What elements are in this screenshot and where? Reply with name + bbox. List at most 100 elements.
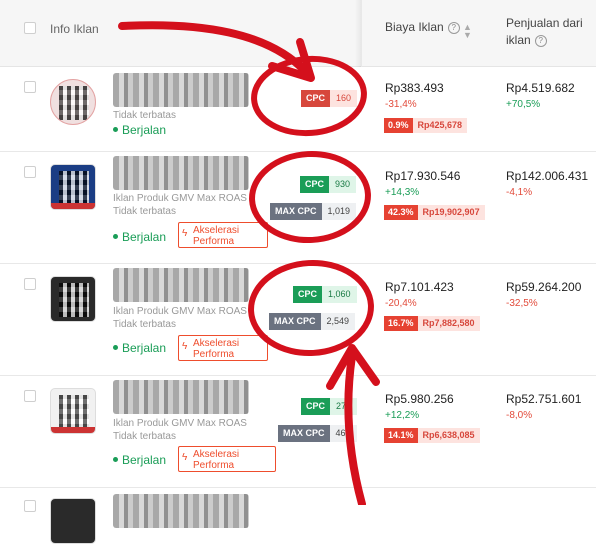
accel-label-line2: Performa bbox=[193, 349, 235, 360]
akselerasi-performa-badge[interactable]: ϟ Akselerasi Performa bbox=[178, 335, 268, 361]
penjualan-change: -8,0% bbox=[506, 410, 533, 421]
max-cpc-label: MAX CPC bbox=[269, 313, 321, 330]
akselerasi-performa-badge[interactable]: ϟ Akselerasi Performa bbox=[178, 446, 276, 472]
product-thumbnail[interactable] bbox=[50, 388, 96, 434]
max-cpc-tag[interactable]: MAX CPC 1,019 bbox=[270, 203, 357, 220]
penjualan-value: Rp4.519.682 bbox=[506, 81, 575, 95]
thumbnail-image bbox=[59, 395, 89, 429]
table-header: Info Iklan Biaya Iklan? ▲ ▼ Penjualan dar… bbox=[0, 0, 596, 67]
row-checkbox[interactable] bbox=[24, 81, 36, 93]
roas-badge: 42.3% Rp19,902,907 bbox=[384, 205, 485, 220]
lightning-icon: ϟ bbox=[182, 341, 188, 352]
max-cpc-tag[interactable]: MAX CPC 2,549 bbox=[269, 313, 356, 330]
row-checkbox[interactable] bbox=[24, 390, 36, 402]
cpc-tag[interactable]: CPC 277 bbox=[301, 398, 358, 415]
thumbnail-image bbox=[59, 86, 89, 120]
cpc-value: 277 bbox=[330, 398, 358, 415]
cpc-label: CPC bbox=[301, 90, 331, 107]
accel-label-line1: Akselerasi bbox=[193, 338, 240, 349]
biaya-iklan-change: +12,2% bbox=[385, 410, 420, 421]
penjualan-value: Rp52.751.601 bbox=[506, 392, 582, 406]
question-circle-icon[interactable]: ? bbox=[447, 22, 460, 34]
max-cpc-tag[interactable]: MAX CPC 466 bbox=[278, 425, 357, 442]
roas-percent: 0.9% bbox=[384, 118, 413, 133]
product-name-blurred[interactable] bbox=[113, 156, 249, 190]
campaign-type-text: Iklan Produk GMV Max ROAS bbox=[113, 418, 247, 429]
max-cpc-value: 2,549 bbox=[320, 313, 356, 330]
cpc-value: 930 bbox=[329, 176, 357, 193]
max-cpc-value: 466 bbox=[329, 425, 357, 442]
roas-amount: Rp425,678 bbox=[412, 118, 468, 133]
table-row: Iklan Produk GMV Max ROAS Tidak terbatas… bbox=[0, 264, 596, 376]
cpc-label: CPC bbox=[293, 286, 323, 303]
cpc-label: CPC bbox=[300, 176, 330, 193]
campaign-type-text: Iklan Produk GMV Max ROAS bbox=[113, 193, 247, 204]
table-row bbox=[0, 488, 596, 544]
akselerasi-performa-badge[interactable]: ϟ Akselerasi Performa bbox=[178, 222, 268, 248]
biaya-iklan-change: -20,4% bbox=[385, 298, 417, 309]
accel-label-line2: Performa bbox=[193, 236, 235, 247]
column-header-biaya-iklan[interactable]: Biaya Iklan? bbox=[385, 20, 460, 34]
cpc-tag[interactable]: CPC 930 bbox=[300, 176, 357, 193]
column-header-penjualan-line2: iklan? bbox=[506, 32, 583, 49]
biaya-iklan-change: -31,4% bbox=[385, 99, 417, 110]
biaya-iklan-value: Rp17.930.546 bbox=[385, 169, 461, 183]
cpc-label: CPC bbox=[301, 398, 331, 415]
cpc-value: 1,060 bbox=[322, 286, 357, 303]
lightning-icon: ϟ bbox=[182, 452, 188, 463]
sort-icon[interactable]: ▲ ▼ bbox=[463, 23, 472, 40]
max-cpc-value: 1,019 bbox=[321, 203, 357, 220]
column-header-penjualan: Penjualan dari iklan? bbox=[506, 15, 583, 49]
row-checkbox[interactable] bbox=[24, 500, 36, 512]
roas-badge: 0.9% Rp425,678 bbox=[384, 118, 468, 133]
product-name-blurred[interactable] bbox=[113, 380, 249, 414]
column-header-info-iklan: Info Iklan bbox=[50, 22, 99, 36]
budget-text: Tidak terbatas bbox=[113, 431, 176, 442]
status-text: Berjalan bbox=[122, 123, 167, 137]
accel-label-line1: Akselerasi bbox=[193, 225, 240, 236]
biaya-iklan-value: Rp5.980.256 bbox=[385, 392, 454, 406]
roas-percent: 14.1% bbox=[384, 428, 418, 443]
lightning-icon: ϟ bbox=[182, 228, 188, 239]
status-dot-icon bbox=[113, 345, 118, 350]
product-thumbnail[interactable] bbox=[50, 79, 96, 125]
row-checkbox[interactable] bbox=[24, 278, 36, 290]
column-header-penjualan-line1: Penjualan dari bbox=[506, 16, 583, 30]
max-cpc-label: MAX CPC bbox=[270, 203, 322, 220]
status-badge: Berjalan bbox=[113, 453, 166, 467]
product-thumbnail[interactable] bbox=[50, 164, 96, 210]
cpc-value: 160 bbox=[330, 90, 358, 107]
row-checkbox[interactable] bbox=[24, 166, 36, 178]
biaya-iklan-value: Rp383.493 bbox=[385, 81, 444, 95]
product-name-blurred[interactable] bbox=[113, 268, 249, 302]
penjualan-change: -32,5% bbox=[506, 298, 538, 309]
status-badge: Berjalan bbox=[113, 123, 166, 137]
select-all-checkbox[interactable] bbox=[24, 22, 36, 34]
status-dot-icon bbox=[113, 457, 118, 462]
cpc-tag[interactable]: CPC 1,060 bbox=[293, 286, 357, 303]
table-row: Iklan Produk GMV Max ROAS Tidak terbatas… bbox=[0, 376, 596, 488]
max-cpc-label: MAX CPC bbox=[278, 425, 330, 442]
thumbnail-image bbox=[59, 171, 89, 205]
budget-text: Tidak terbatas bbox=[113, 110, 176, 121]
budget-text: Tidak terbatas bbox=[113, 319, 176, 330]
accel-label-line1: Akselerasi bbox=[193, 449, 240, 460]
penjualan-change: +70,5% bbox=[506, 99, 541, 110]
table-row: Tidak terbatas Berjalan CPC 160 Rp383.493… bbox=[0, 67, 596, 152]
cpc-tag[interactable]: CPC 160 bbox=[301, 90, 358, 107]
status-badge: Berjalan bbox=[113, 230, 166, 244]
thumbnail-image bbox=[59, 283, 89, 317]
status-text: Berjalan bbox=[122, 341, 167, 355]
roas-percent: 42.3% bbox=[384, 205, 418, 220]
column-header-biaya-label: Biaya Iklan bbox=[385, 20, 444, 34]
roas-badge: 16.7% Rp7,882,580 bbox=[384, 316, 480, 331]
roas-amount: Rp6,638,085 bbox=[417, 428, 480, 443]
product-name-blurred[interactable] bbox=[113, 494, 249, 528]
biaya-iklan-change: +14,3% bbox=[385, 187, 420, 198]
question-circle-icon[interactable]: ? bbox=[534, 35, 547, 47]
status-badge: Berjalan bbox=[113, 341, 166, 355]
product-name-blurred[interactable] bbox=[113, 73, 249, 107]
thumbnail-strip bbox=[51, 203, 95, 209]
status-text: Berjalan bbox=[122, 230, 167, 244]
product-thumbnail[interactable] bbox=[50, 276, 96, 322]
